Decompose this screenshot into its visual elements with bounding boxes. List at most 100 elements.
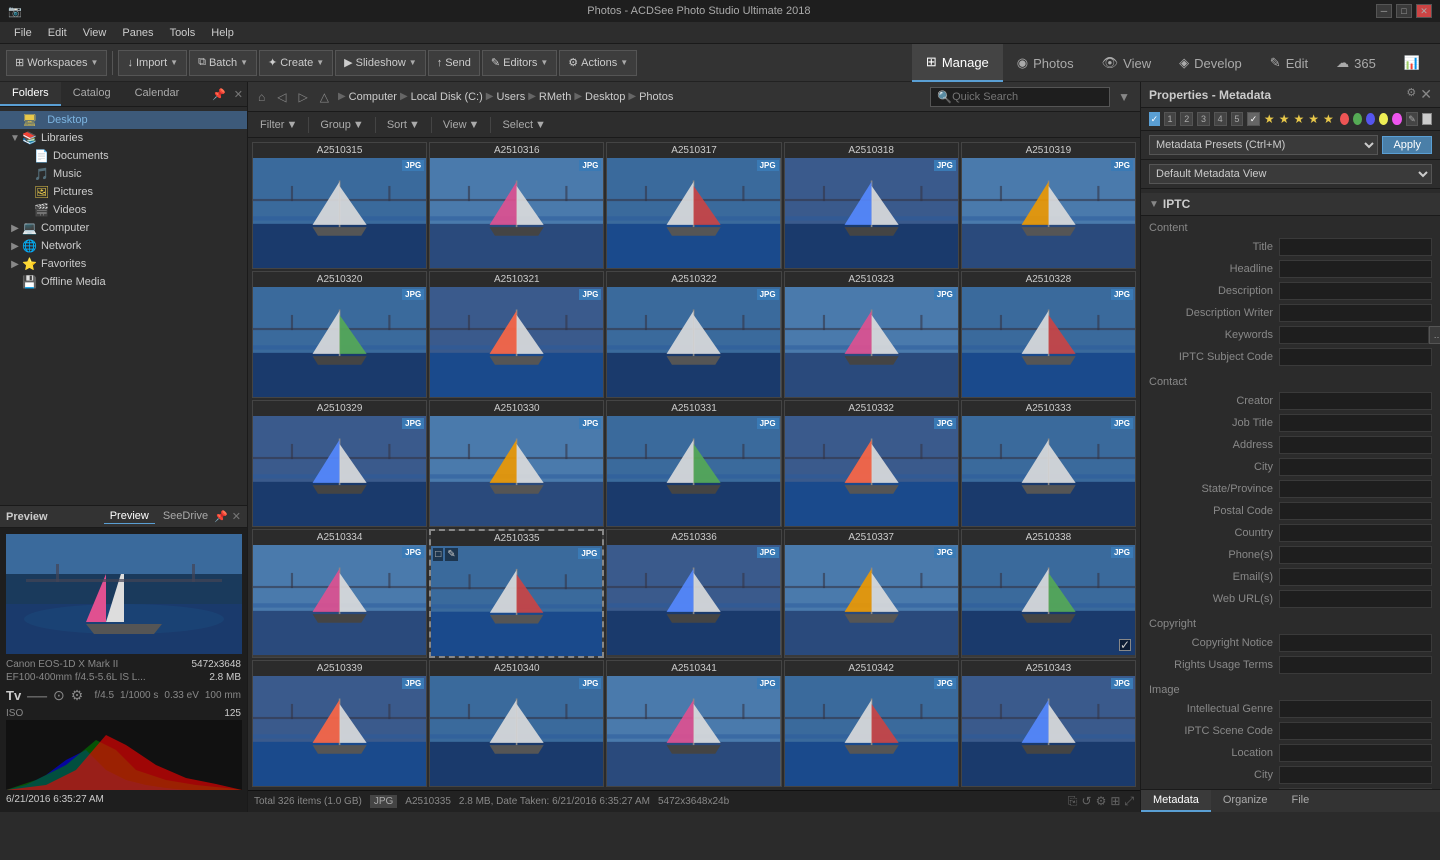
close-button[interactable]: ✕	[1416, 4, 1432, 18]
rp-btab-metadata[interactable]: Metadata	[1141, 790, 1211, 812]
iptc-intgenre-input[interactable]	[1279, 700, 1432, 718]
tab-calendar[interactable]: Calendar	[123, 82, 192, 106]
nav-home-icon[interactable]: ⌂	[254, 88, 269, 106]
tree-item-network[interactable]: ▶ 🌐 Network	[0, 237, 247, 255]
status-icon-refresh[interactable]: ↺	[1082, 794, 1092, 809]
iptc-scenecode-input[interactable]	[1279, 722, 1432, 740]
tree-item-videos[interactable]: 🎬 Videos	[0, 201, 247, 219]
rp-star-5[interactable]: ★	[1323, 112, 1334, 126]
photo-item-A2510338[interactable]: A2510338 JPG ✓	[961, 529, 1136, 658]
iptc-country-input[interactable]	[1279, 524, 1432, 542]
status-icon-resize[interactable]: ⤢	[1124, 794, 1134, 809]
tree-item-pictures[interactable]: 🖼 Pictures	[0, 183, 247, 201]
tab-stats[interactable]: 📊	[1390, 44, 1434, 82]
sort-button[interactable]: Sort ▼	[381, 117, 426, 133]
tab-catalog[interactable]: Catalog	[61, 82, 123, 106]
rp-star-3[interactable]: ★	[1293, 112, 1304, 126]
photo-item-A2510330[interactable]: A2510330 JPG	[429, 400, 604, 527]
rp-presets-select[interactable]: Metadata Presets (Ctrl+M)	[1149, 135, 1378, 155]
rp-color-green[interactable]	[1353, 113, 1362, 125]
select-button[interactable]: Select ▼	[496, 117, 551, 133]
photo-item-A2510323[interactable]: A2510323 JPG	[784, 271, 959, 398]
menu-edit[interactable]: Edit	[40, 25, 75, 41]
iptc-emails-input[interactable]	[1279, 568, 1432, 586]
rp-color-red[interactable]	[1340, 113, 1349, 125]
bc-localdisk[interactable]: Local Disk (C:)	[411, 91, 483, 103]
rp-checkmark-btn[interactable]: ✓	[1247, 112, 1260, 126]
panel-close-icon[interactable]: ✕	[230, 86, 247, 103]
photo-item-A2510318[interactable]: A2510318 JPG	[784, 142, 959, 269]
tree-item-music[interactable]: 🎵 Music	[0, 165, 247, 183]
expander-computer[interactable]: ▶	[8, 223, 22, 234]
workspaces-button[interactable]: ⊞ Workspaces ▼	[6, 50, 107, 76]
tree-item-computer[interactable]: ▶ 💻 Computer	[0, 219, 247, 237]
iptc-headline-input[interactable]	[1279, 260, 1432, 278]
iptc-title-input[interactable]	[1279, 238, 1432, 256]
search-input[interactable]	[952, 91, 1092, 103]
import-button[interactable]: ↓ Import ▼	[118, 50, 187, 76]
iptc-copyright-input[interactable]	[1279, 634, 1432, 652]
rp-btab-file[interactable]: File	[1280, 790, 1322, 812]
menu-panes[interactable]: Panes	[114, 25, 161, 41]
send-button[interactable]: ↑ Send	[428, 50, 480, 76]
bc-desktop[interactable]: Desktop	[585, 91, 625, 103]
expander-libraries[interactable]: ▼	[8, 133, 22, 144]
iptc-postal-input[interactable]	[1279, 502, 1432, 520]
rp-color-blue[interactable]	[1366, 113, 1375, 125]
rp-num-5[interactable]: 5	[1231, 112, 1244, 126]
restore-button[interactable]: □	[1396, 4, 1412, 18]
iptc-location-input[interactable]	[1279, 744, 1432, 762]
group-button[interactable]: Group ▼	[314, 117, 369, 133]
iptc-keywords-input[interactable]	[1279, 326, 1429, 344]
panel-pin-icon[interactable]: 📌	[208, 86, 230, 103]
filter-button[interactable]: Filter ▼	[254, 117, 303, 133]
tab-edit[interactable]: ✎ Edit	[1256, 44, 1322, 82]
iptc-jobtitle-input[interactable]	[1279, 414, 1432, 432]
rp-star-1[interactable]: ★	[1264, 112, 1275, 126]
tree-item-desktop[interactable]: 🖥 Desktop	[0, 111, 247, 129]
window-controls[interactable]: ─ □ ✕	[1376, 4, 1432, 18]
rp-num-2[interactable]: 2	[1180, 112, 1193, 126]
tab-view[interactable]: 👁 View	[1088, 44, 1165, 82]
iptc-descwriter-input[interactable]	[1279, 304, 1432, 322]
rp-checkbox-1[interactable]: ✓	[1149, 112, 1160, 126]
photo-item-A2510342[interactable]: A2510342 JPG	[784, 660, 959, 787]
photo-item-A2510339[interactable]: A2510339 JPG	[252, 660, 427, 787]
photo-item-A2510331[interactable]: A2510331 JPG	[606, 400, 781, 527]
iptc-keywords-btn[interactable]: …	[1429, 326, 1440, 344]
photo-item-A2510317[interactable]: A2510317 JPG	[606, 142, 781, 269]
iptc-description-input[interactable]	[1279, 282, 1432, 300]
expander-favorites[interactable]: ▶	[8, 259, 22, 270]
search-box[interactable]: 🔍	[930, 87, 1110, 107]
tree-item-offline[interactable]: 💾 Offline Media	[0, 273, 247, 291]
bc-photos[interactable]: Photos	[639, 91, 673, 103]
preview-tab-preview[interactable]: Preview	[104, 509, 155, 524]
rp-star-4[interactable]: ★	[1308, 112, 1319, 126]
tab-manage[interactable]: ⊞ Manage	[912, 44, 1003, 82]
photo-item-A2510316[interactable]: A2510316 JPG	[429, 142, 604, 269]
tab-folders[interactable]: Folders	[0, 82, 61, 106]
iptc-city-input[interactable]	[1279, 458, 1432, 476]
photo-item-A2510315[interactable]: A2510315 JPG	[252, 142, 427, 269]
rp-apply-button[interactable]: Apply	[1382, 136, 1432, 154]
rp-edit-icon[interactable]: ✎	[1406, 112, 1419, 126]
photo-item-A2510335[interactable]: A2510335 JPG □ ✎	[429, 529, 604, 658]
iptc-state-input[interactable]	[1279, 480, 1432, 498]
photo-item-A2510337[interactable]: A2510337 JPG	[784, 529, 959, 658]
iptc-address-input[interactable]	[1279, 436, 1432, 454]
tab-develop[interactable]: ◈ Develop	[1165, 44, 1256, 82]
photo-item-A2510329[interactable]: A2510329 JPG	[252, 400, 427, 527]
photo-item-A2510333[interactable]: A2510333 JPG	[961, 400, 1136, 527]
tab-photos[interactable]: ◉ Photos	[1003, 44, 1088, 82]
rp-square-btn[interactable]	[1422, 113, 1432, 125]
photo-item-A2510332[interactable]: A2510332 JPG	[784, 400, 959, 527]
photo-item-A2510321[interactable]: A2510321 JPG	[429, 271, 604, 398]
view-button[interactable]: View ▼	[437, 117, 486, 133]
rp-btab-organize[interactable]: Organize	[1211, 790, 1280, 812]
bc-users[interactable]: Users	[496, 91, 525, 103]
iptc-header[interactable]: ▼ IPTC	[1141, 193, 1440, 216]
status-icon-copy[interactable]: ⎘	[1068, 794, 1078, 809]
rp-num-1[interactable]: 1	[1164, 112, 1177, 126]
create-button[interactable]: ✦ Create ▼	[259, 50, 333, 76]
iptc-imgcity-input[interactable]	[1279, 766, 1432, 784]
